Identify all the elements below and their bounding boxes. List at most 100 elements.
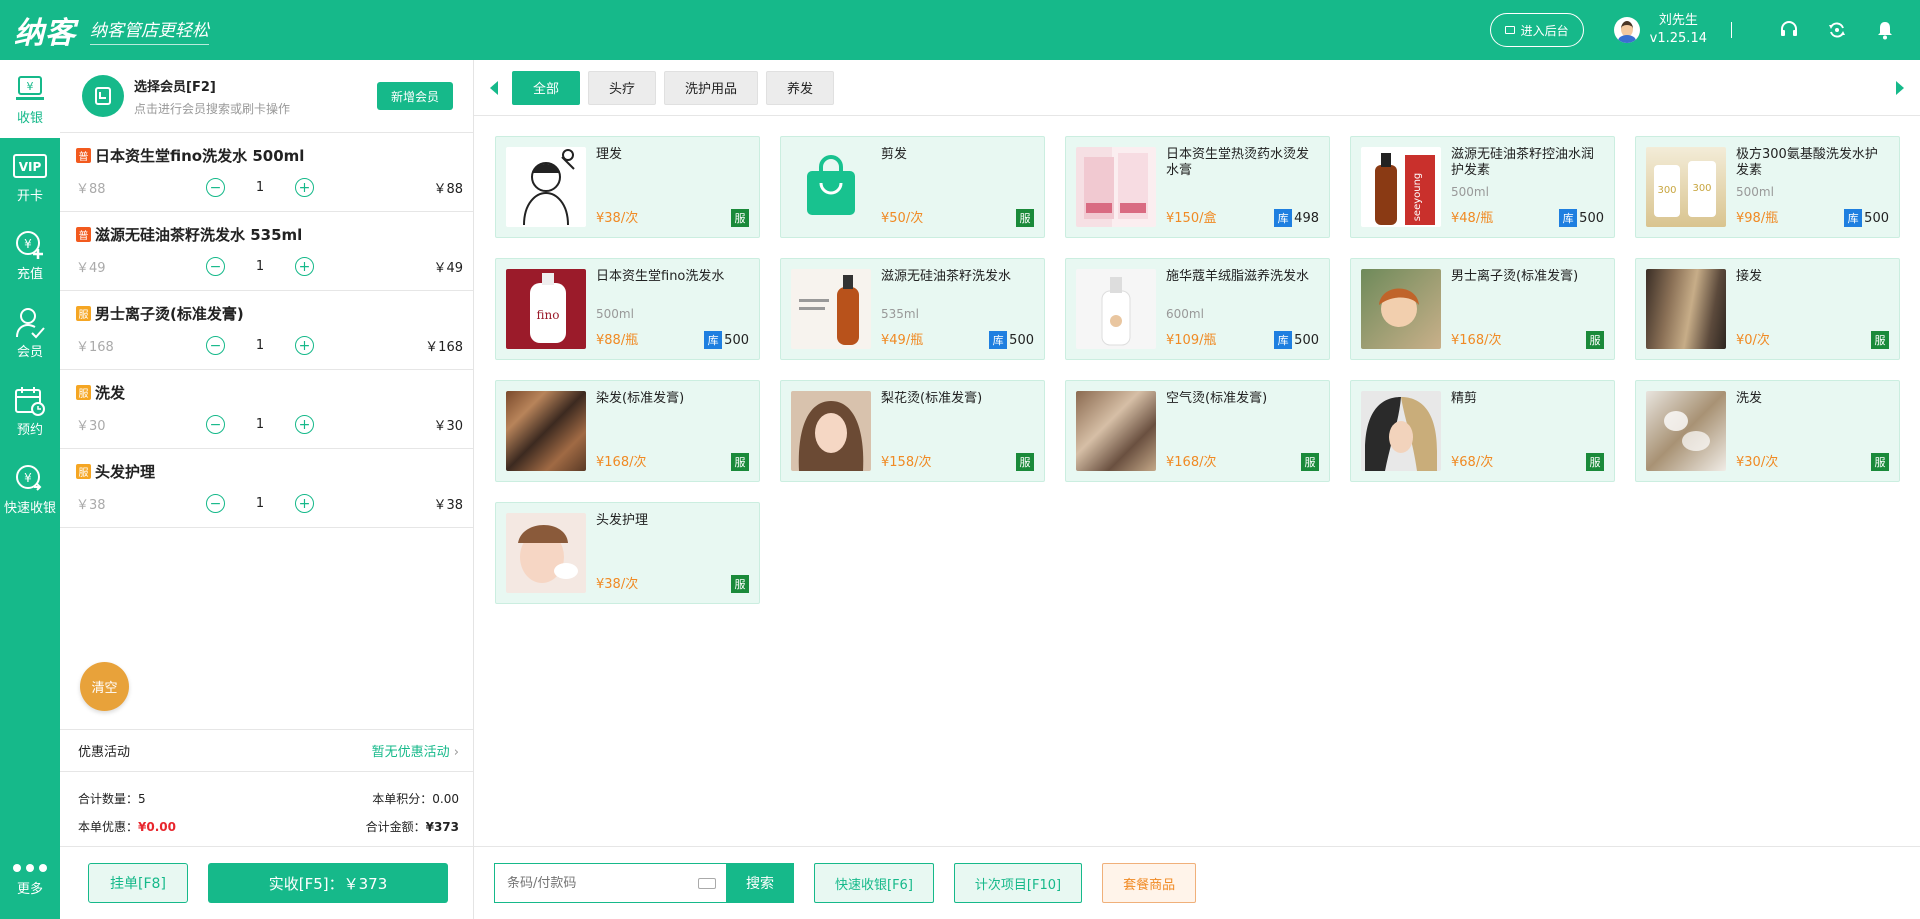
product-name: 日本资生堂fino洗发水 — [596, 269, 725, 284]
increase-button[interactable]: + — [295, 257, 314, 276]
discount-value: ¥0.00 — [138, 819, 176, 834]
promotion-row[interactable]: 优惠活动 暂无优惠活动 › — [60, 729, 473, 772]
product-card[interactable]: 滋源无硅油茶籽洗发水 535ml ¥49/瓶 库 500 — [780, 258, 1045, 360]
arrow-right-icon[interactable] — [1896, 81, 1904, 95]
increase-button[interactable]: + — [295, 336, 314, 355]
product-name: 空气烫(标准发膏) — [1166, 391, 1268, 406]
member-selector[interactable]: 选择会员[F2] 点击进行会员搜索或刷卡操作 新增会员 — [60, 60, 473, 133]
product-name: 梨花烫(标准发膏) — [881, 391, 983, 406]
product-name: 极方300氨基酸洗发水护发素 — [1736, 147, 1878, 178]
product-spec: 500ml — [596, 307, 634, 321]
cart-item-total: ￥49 — [433, 261, 463, 276]
quantity-value[interactable]: 1 — [225, 496, 295, 511]
keyboard-icon[interactable] — [698, 877, 716, 889]
product-card[interactable]: 空气烫(标准发膏) ¥168/次 服 — [1065, 380, 1330, 482]
quantity-value[interactable]: 1 — [225, 338, 295, 353]
points-label: 本单积分： — [372, 791, 433, 806]
product-card[interactable]: seeyoung 滋源无硅油茶籽控油水润护发素 500ml ¥48/瓶 库 500 — [1350, 136, 1615, 238]
quantity-value[interactable]: 1 — [225, 259, 295, 274]
tab-head-spa[interactable]: 头疗 — [588, 70, 657, 105]
cart-item-total: ￥88 — [433, 182, 463, 197]
hold-order-button[interactable]: 挂单[F8] — [88, 863, 188, 903]
nav-more[interactable]: 更多 — [0, 841, 60, 919]
decrease-button[interactable]: − — [206, 415, 225, 434]
nav-open-card[interactable]: VIP 开卡 — [0, 138, 60, 216]
nav-member[interactable]: 会员 — [0, 294, 60, 372]
quick-cashier-button[interactable]: 快速收银[F6] — [814, 863, 934, 903]
product-price: ¥48/瓶 — [1451, 211, 1494, 226]
increase-button[interactable]: + — [295, 494, 314, 513]
product-card[interactable]: 300 300 极方300氨基酸洗发水护发素 500ml ¥98/瓶 库 500 — [1635, 136, 1900, 238]
product-card[interactable]: 理发 ¥38/次 服 — [495, 136, 760, 238]
product-card[interactable]: 头发护理 ¥38/次 服 — [495, 502, 760, 604]
increase-button[interactable]: + — [295, 415, 314, 434]
pay-button[interactable]: 实收[F5]：￥373 — [208, 863, 448, 903]
product-card[interactable]: 接发 ¥0/次 服 — [1635, 258, 1900, 360]
nav-more-label: 更多 — [16, 881, 43, 897]
add-member-button[interactable]: 新增会员 — [376, 82, 453, 110]
nav-quick-cashier[interactable]: ¥ 快速收银 — [0, 450, 60, 528]
count-items-button[interactable]: 计次项目[F10] — [953, 863, 1083, 903]
cart-item[interactable]: 服头发护理 ￥38 −1 + ￥38 — [60, 449, 473, 528]
decrease-button[interactable]: − — [206, 178, 225, 197]
stock-count: 500 — [1864, 210, 1889, 226]
product-card[interactable]: 施华蔻羊绒脂滋养洗发水 600ml ¥109/瓶 库 500 — [1065, 258, 1330, 360]
product-image: 300 300 — [1646, 147, 1726, 227]
decrease-button[interactable]: − — [206, 336, 225, 355]
divider — [1731, 22, 1732, 38]
product-card[interactable]: 洗发 ¥30/次 服 — [1635, 380, 1900, 482]
decrease-button[interactable]: − — [206, 494, 225, 513]
quantity-value[interactable]: 1 — [225, 417, 295, 432]
product-card[interactable]: 梨花烫(标准发膏) ¥158/次 服 — [780, 380, 1045, 482]
package-products-button[interactable]: 套餐商品 — [1102, 863, 1197, 903]
nav-cashier[interactable]: ¥ 收银 — [0, 60, 60, 138]
member-hint: 点击进行会员搜索或刷卡操作 — [134, 101, 291, 116]
sync-icon[interactable] — [1826, 19, 1848, 41]
product-card[interactable]: 男士离子烫(标准发膏) ¥168/次 服 — [1350, 258, 1615, 360]
cart-item[interactable]: 普滋源无硅油茶籽洗发水 535ml ￥49 −1 + ￥49 — [60, 212, 473, 291]
product-card[interactable]: 剪发 ¥50/次 服 — [780, 136, 1045, 238]
product-card[interactable]: 精剪 ¥68/次 服 — [1350, 380, 1615, 482]
enter-backend-button[interactable]: 进入后台 — [1489, 13, 1584, 47]
promotion-link[interactable]: 暂无优惠活动 › — [372, 741, 459, 760]
product-card[interactable]: fino 日本资生堂fino洗发水 500ml ¥88/瓶 库 500 — [495, 258, 760, 360]
tab-hair-care-products[interactable]: 洗护用品 — [664, 70, 759, 105]
arrow-left-icon[interactable] — [490, 80, 498, 95]
nav-recharge[interactable]: ¥ 充值 — [0, 216, 60, 294]
cart-item[interactable]: 服男士离子烫(标准发膏) ￥168 −1 + ￥168 — [60, 291, 473, 370]
cart-item[interactable]: 服洗发 ￥30 −1 + ￥30 — [60, 370, 473, 449]
nav-appointment[interactable]: 预约 — [0, 372, 60, 450]
stock-count: 500 — [1009, 332, 1034, 348]
clear-cart-button[interactable]: 清空 — [80, 662, 129, 711]
quantity-value[interactable]: 1 — [225, 180, 295, 195]
increase-button[interactable]: + — [295, 178, 314, 197]
product-card[interactable]: 日本资生堂热烫药水烫发水膏 ¥150/盒 库 498 — [1065, 136, 1330, 238]
tab-hair-nourish[interactable]: 养发 — [766, 70, 835, 105]
product-card[interactable]: 染发(标准发膏) ¥168/次 服 — [495, 380, 760, 482]
product-badge: 普 — [76, 227, 91, 242]
nav-cashier-label: 收银 — [16, 110, 43, 126]
user-profile[interactable]: 刘先生 v1.25.14 — [1613, 12, 1707, 48]
calendar-clock-icon — [13, 385, 47, 417]
stock-count: 498 — [1294, 210, 1319, 226]
member-card-icon — [82, 75, 124, 117]
barcode-input[interactable] — [507, 875, 677, 891]
category-bar: 全部 头疗 洗护用品 养发 — [474, 60, 1920, 116]
service-tag: 服 — [1301, 453, 1319, 471]
decrease-button[interactable]: − — [206, 257, 225, 276]
cart-item[interactable]: 普日本资生堂fino洗发水 500ml ￥88 −1 + ￥88 — [60, 133, 473, 212]
product-image — [1361, 269, 1441, 349]
search-button[interactable]: 搜索 — [726, 863, 794, 903]
nav-quick-cashier-label: 快速收银 — [3, 500, 56, 516]
bell-icon[interactable] — [1874, 19, 1896, 41]
product-name: 日本资生堂热烫药水烫发水膏 — [1166, 147, 1310, 178]
tab-all[interactable]: 全部 — [512, 70, 581, 105]
stock-count: 500 — [1294, 332, 1319, 348]
enter-backend-label: 进入后台 — [1520, 23, 1569, 38]
product-image — [1646, 391, 1726, 471]
product-image — [1361, 391, 1441, 471]
nav-appointment-label: 预约 — [16, 422, 43, 438]
cart-item-name: 男士离子烫(标准发膏) — [95, 305, 244, 323]
cart-item-total: ￥168 — [425, 340, 463, 355]
headset-icon[interactable] — [1778, 19, 1800, 41]
